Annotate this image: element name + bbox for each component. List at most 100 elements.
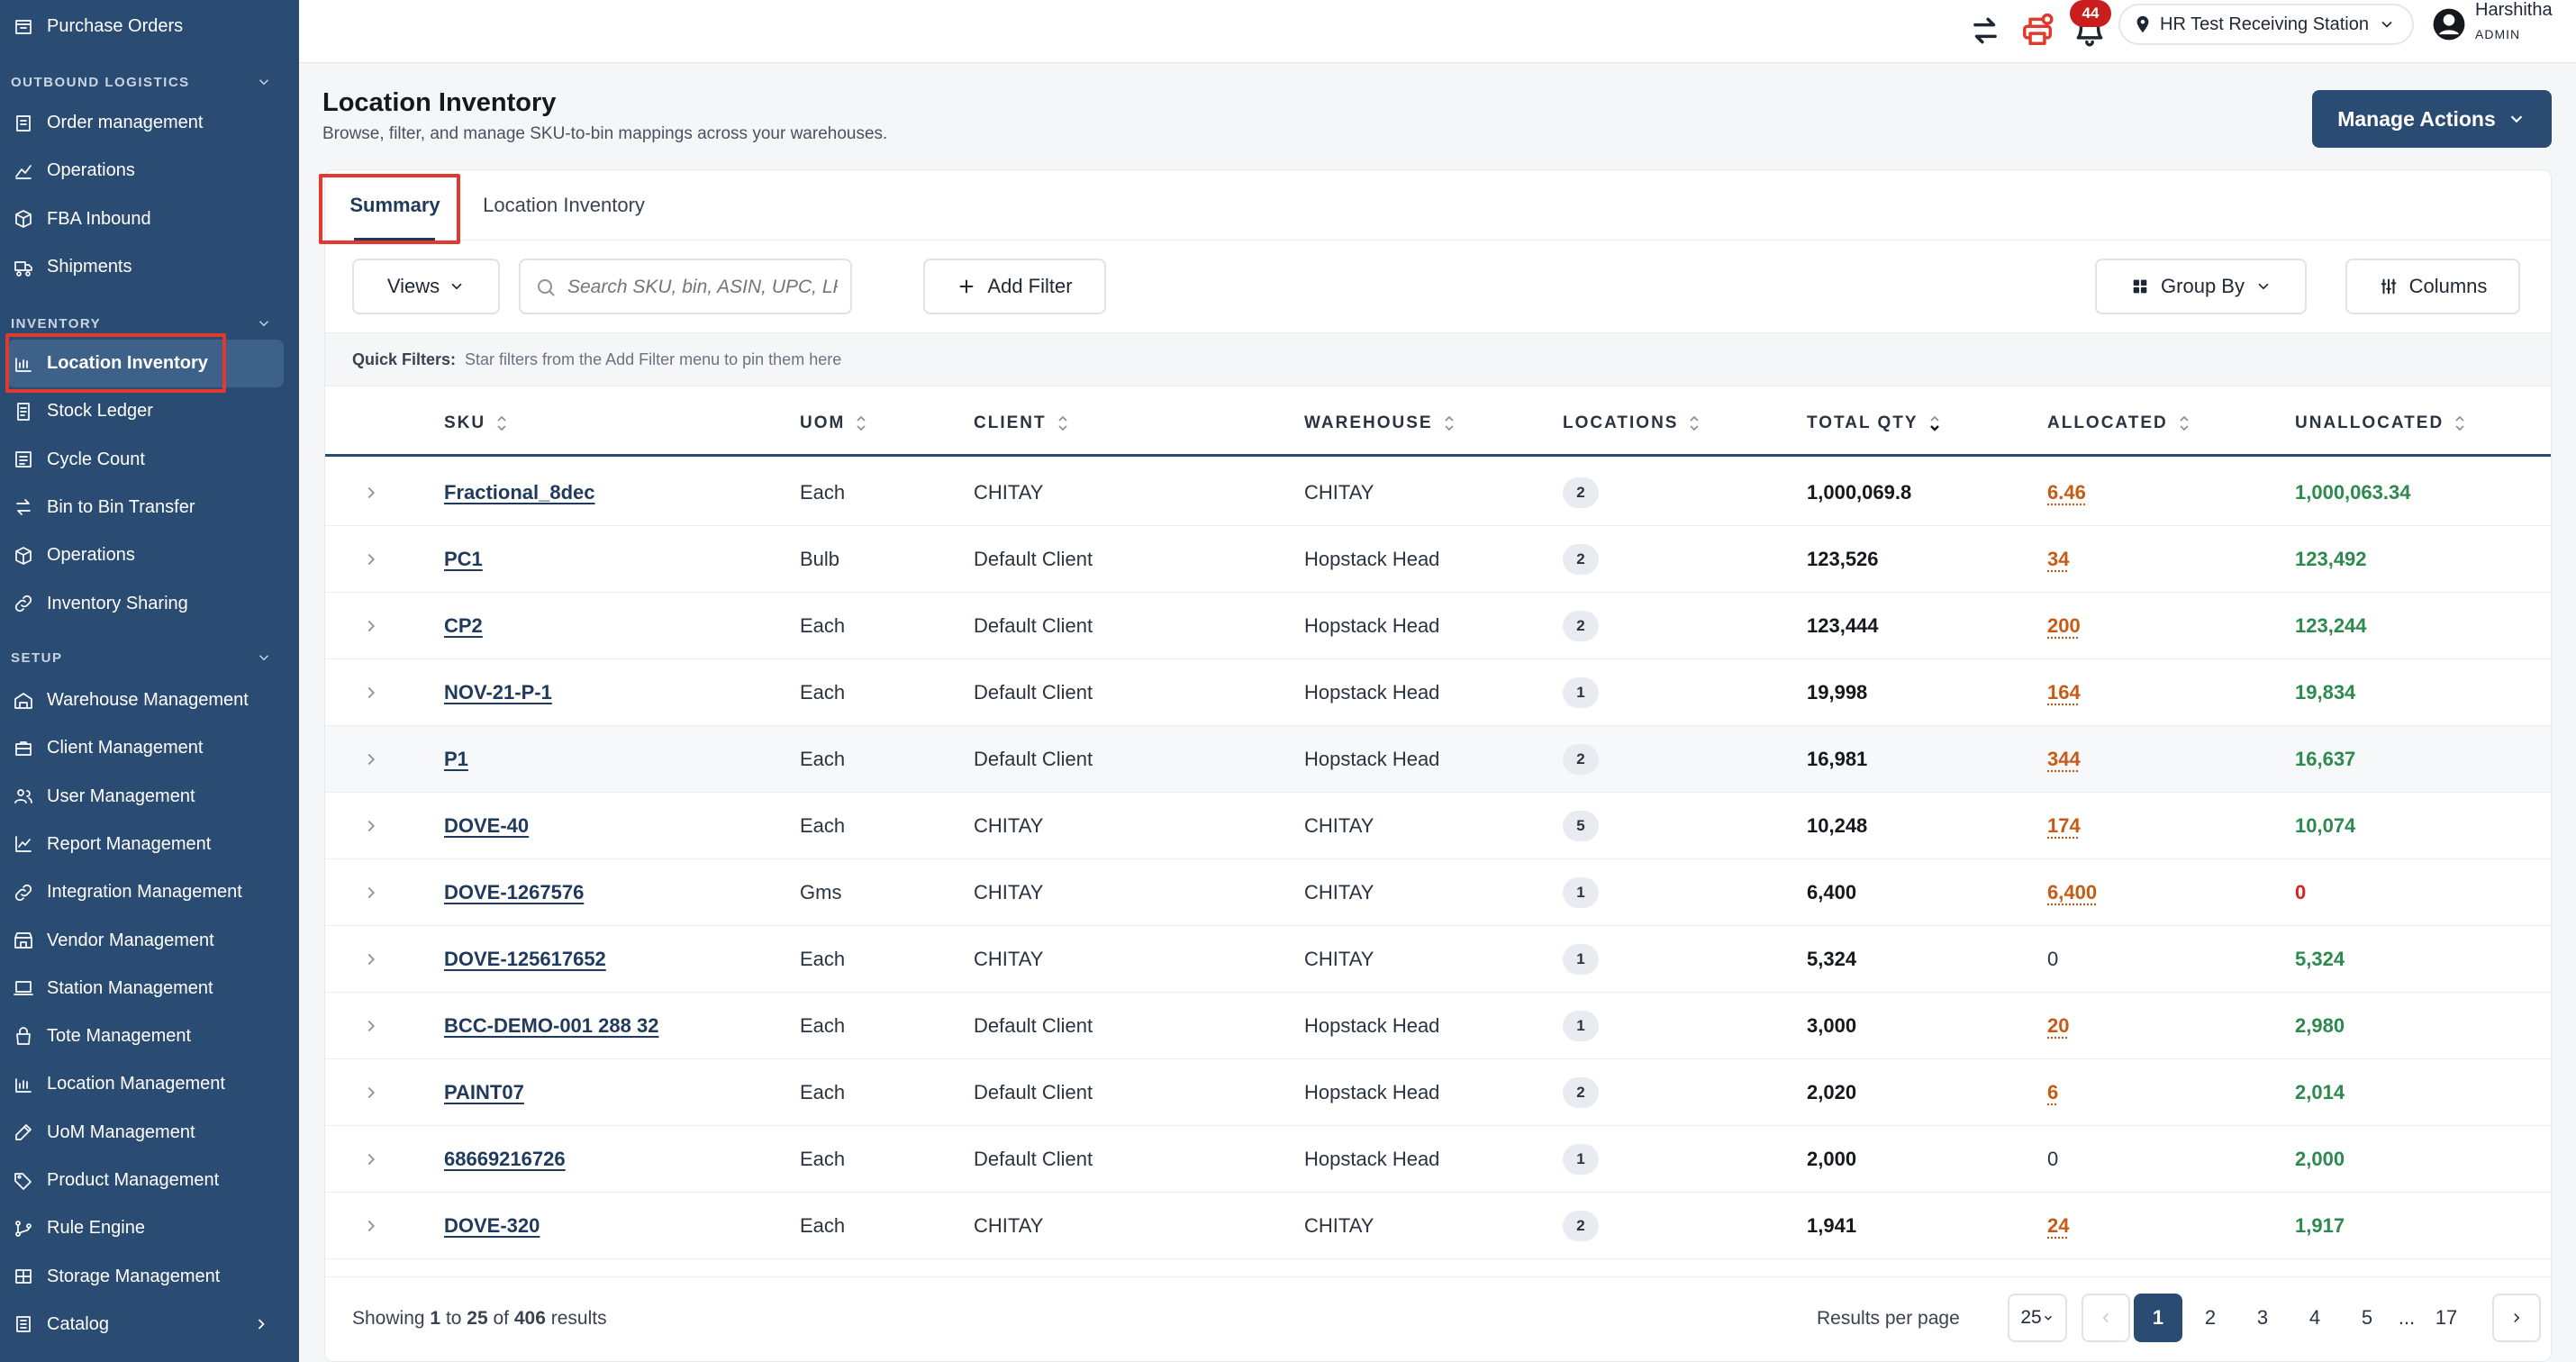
sort-icon[interactable] xyxy=(1056,413,1070,434)
sku-link[interactable]: PAINT07 xyxy=(444,1059,524,1126)
sort-icon[interactable] xyxy=(1927,413,1942,434)
sidebar-item-user-management[interactable]: User Management xyxy=(0,773,299,821)
allocated-cell[interactable]: 24 xyxy=(2047,1193,2069,1259)
group-by-button[interactable]: Group By xyxy=(2095,259,2307,314)
column-header-warehouse[interactable]: WAREHOUSE xyxy=(1304,390,1456,457)
sku-link[interactable]: P1 xyxy=(444,726,468,793)
expand-row-chevron-icon[interactable] xyxy=(361,1126,381,1193)
per-page-select[interactable]: 25 xyxy=(2008,1294,2067,1342)
sku-link[interactable]: PC1 xyxy=(444,526,483,593)
swap-icon[interactable] xyxy=(1964,9,2007,52)
sort-icon[interactable] xyxy=(494,413,509,434)
table-row[interactable]: DOVE-1267576 Gms CHITAY CHITAY 1 6,400 6,400 0 xyxy=(325,859,2551,926)
table-row[interactable]: PC1 Bulb Default Client Hopstack Head 2 123,5… xyxy=(325,526,2551,593)
sku-link[interactable]: BCC-DEMO-001 288 32 xyxy=(444,993,658,1059)
sidebar-item-cycle-count[interactable]: Cycle Count xyxy=(0,436,299,484)
sidebar-item-warehouse-management[interactable]: Warehouse Management xyxy=(0,676,299,724)
column-header-unallocated[interactable]: UNALLOCATED xyxy=(2295,390,2467,457)
column-header-sku[interactable]: SKU xyxy=(444,390,509,457)
sku-link[interactable]: DOVE-125617652 xyxy=(444,926,606,993)
expand-row-chevron-icon[interactable] xyxy=(361,726,381,793)
sidebar-item-catalog[interactable]: Catalog xyxy=(0,1301,299,1348)
sort-icon[interactable] xyxy=(2453,413,2467,434)
search-input[interactable] xyxy=(567,271,838,304)
table-row[interactable]: Fractional_8dec Each CHITAY CHITAY 2 1,000,06… xyxy=(325,459,2551,526)
sidebar-item-fba-inbound[interactable]: FBA Inbound xyxy=(0,195,299,243)
sku-link[interactable]: NOV-21-P-1 xyxy=(444,659,552,726)
expand-row-chevron-icon[interactable] xyxy=(361,859,381,926)
sidebar-item-purchase-orders[interactable]: Purchase Orders xyxy=(0,3,299,50)
sidebar-item-client-management[interactable]: Client Management xyxy=(0,724,299,772)
sidebar-item-integration-management[interactable]: Integration Management xyxy=(0,868,299,916)
allocated-cell[interactable]: 6.46 xyxy=(2047,459,2086,526)
sidebar-item-order-management[interactable]: Order management xyxy=(0,99,299,147)
previous-page-button[interactable] xyxy=(2082,1294,2130,1342)
column-header-locations[interactable]: LOCATIONS xyxy=(1563,390,1701,457)
sidebar-item-location-inventory[interactable]: Location Inventory xyxy=(7,340,284,387)
sidebar-item-vendor-management[interactable]: Vendor Management xyxy=(0,917,299,965)
expand-row-chevron-icon[interactable] xyxy=(361,593,381,659)
allocated-cell[interactable]: 0 xyxy=(2047,1126,2058,1193)
table-row[interactable]: DOVE-125617652 Each CHITAY CHITAY 1 5,324 0 5,3… xyxy=(325,926,2551,993)
allocated-cell[interactable]: 20 xyxy=(2047,993,2069,1059)
sidebar-section-setup[interactable]: SETUP xyxy=(11,644,272,671)
sidebar-item-shipments[interactable]: Shipments xyxy=(0,243,299,291)
page-button-4[interactable]: 4 xyxy=(2290,1294,2339,1342)
expand-row-chevron-icon[interactable] xyxy=(361,526,381,593)
user-menu[interactable]: Harshitha ADMIN xyxy=(2432,0,2576,49)
sidebar-item-product-management[interactable]: Product Management xyxy=(0,1157,299,1204)
sort-icon[interactable] xyxy=(854,413,868,434)
sidebar-item-operations-2[interactable]: Operations xyxy=(0,531,299,579)
sidebar-section-inventory[interactable]: INVENTORY xyxy=(11,310,272,337)
add-filter-button[interactable]: Add Filter xyxy=(923,259,1106,314)
sidebar-section-outbound-logistics[interactable]: OUTBOUND LOGISTICS xyxy=(11,68,272,95)
expand-row-chevron-icon[interactable] xyxy=(361,926,381,993)
tab-location-inventory[interactable]: Location Inventory xyxy=(469,170,658,241)
expand-row-chevron-icon[interactable] xyxy=(361,793,381,859)
sort-icon[interactable] xyxy=(2177,413,2191,434)
column-header-uom[interactable]: UOM xyxy=(800,390,868,457)
table-row[interactable]: P1 Each Default Client Hopstack Head 2 16,981… xyxy=(325,726,2551,793)
table-row[interactable]: BCC-DEMO-001 288 32 Each Default Client Hop… xyxy=(325,993,2551,1059)
expand-row-chevron-icon[interactable] xyxy=(361,459,381,526)
column-header-total-qty[interactable]: TOTAL QTY xyxy=(1807,390,1942,457)
expand-row-chevron-icon[interactable] xyxy=(361,1193,381,1259)
sku-link[interactable]: DOVE-320 xyxy=(444,1193,540,1259)
manage-actions-button[interactable]: Manage Actions xyxy=(2312,90,2552,148)
page-button-3[interactable]: 3 xyxy=(2238,1294,2287,1342)
printer-alert-icon[interactable] xyxy=(2016,9,2059,52)
views-button[interactable]: Views xyxy=(352,259,500,314)
allocated-cell[interactable]: 6 xyxy=(2047,1059,2058,1126)
sku-link[interactable]: DOVE-1267576 xyxy=(444,859,584,926)
sort-icon[interactable] xyxy=(1687,413,1701,434)
table-row[interactable]: NOV-21-P-1 Each Default Client Hopstack Hea… xyxy=(325,659,2551,726)
sidebar-item-report-management[interactable]: Report Management xyxy=(0,821,299,868)
table-row[interactable]: 68669216726 Each Default Client Hopstack He… xyxy=(325,1126,2551,1193)
allocated-cell[interactable]: 200 xyxy=(2047,593,2081,659)
expand-row-chevron-icon[interactable] xyxy=(361,993,381,1059)
allocated-cell[interactable]: 344 xyxy=(2047,726,2081,793)
columns-button[interactable]: Columns xyxy=(2345,259,2520,314)
column-header-client[interactable]: CLIENT xyxy=(974,390,1070,457)
tab-summary[interactable]: Summary xyxy=(325,170,465,241)
expand-row-chevron-icon[interactable] xyxy=(361,1059,381,1126)
table-row[interactable]: DOVE-320 Each CHITAY CHITAY 2 1,941 24 1,917 xyxy=(325,1193,2551,1259)
column-header-allocated[interactable]: ALLOCATED xyxy=(2047,390,2191,457)
sidebar-item-operations[interactable]: Operations xyxy=(0,147,299,195)
expand-row-chevron-icon[interactable] xyxy=(361,659,381,726)
sku-link[interactable]: CP2 xyxy=(444,593,483,659)
allocated-cell[interactable]: 0 xyxy=(2047,926,2058,993)
allocated-cell[interactable]: 174 xyxy=(2047,793,2081,859)
sidebar-item-location-management[interactable]: Location Management xyxy=(0,1060,299,1108)
page-button-1[interactable]: 1 xyxy=(2134,1294,2182,1342)
page-button-17[interactable]: 17 xyxy=(2422,1294,2471,1342)
sku-link[interactable]: Fractional_8dec xyxy=(444,459,595,526)
table-row[interactable]: DOVE-40 Each CHITAY CHITAY 5 10,248 174 10,074 xyxy=(325,793,2551,859)
search-input-wrapper[interactable] xyxy=(519,259,852,314)
table-row[interactable]: PAINT07 Each Default Client Hopstack Head 2 2… xyxy=(325,1059,2551,1126)
sidebar-item-storage-management[interactable]: Storage Management xyxy=(0,1253,299,1301)
sidebar-item-tote-management[interactable]: Tote Management xyxy=(0,1012,299,1060)
sidebar-item-station-management[interactable]: Station Management xyxy=(0,965,299,1012)
station-selector[interactable]: HR Test Receiving Station xyxy=(2118,4,2414,45)
next-page-button[interactable] xyxy=(2492,1294,2541,1342)
